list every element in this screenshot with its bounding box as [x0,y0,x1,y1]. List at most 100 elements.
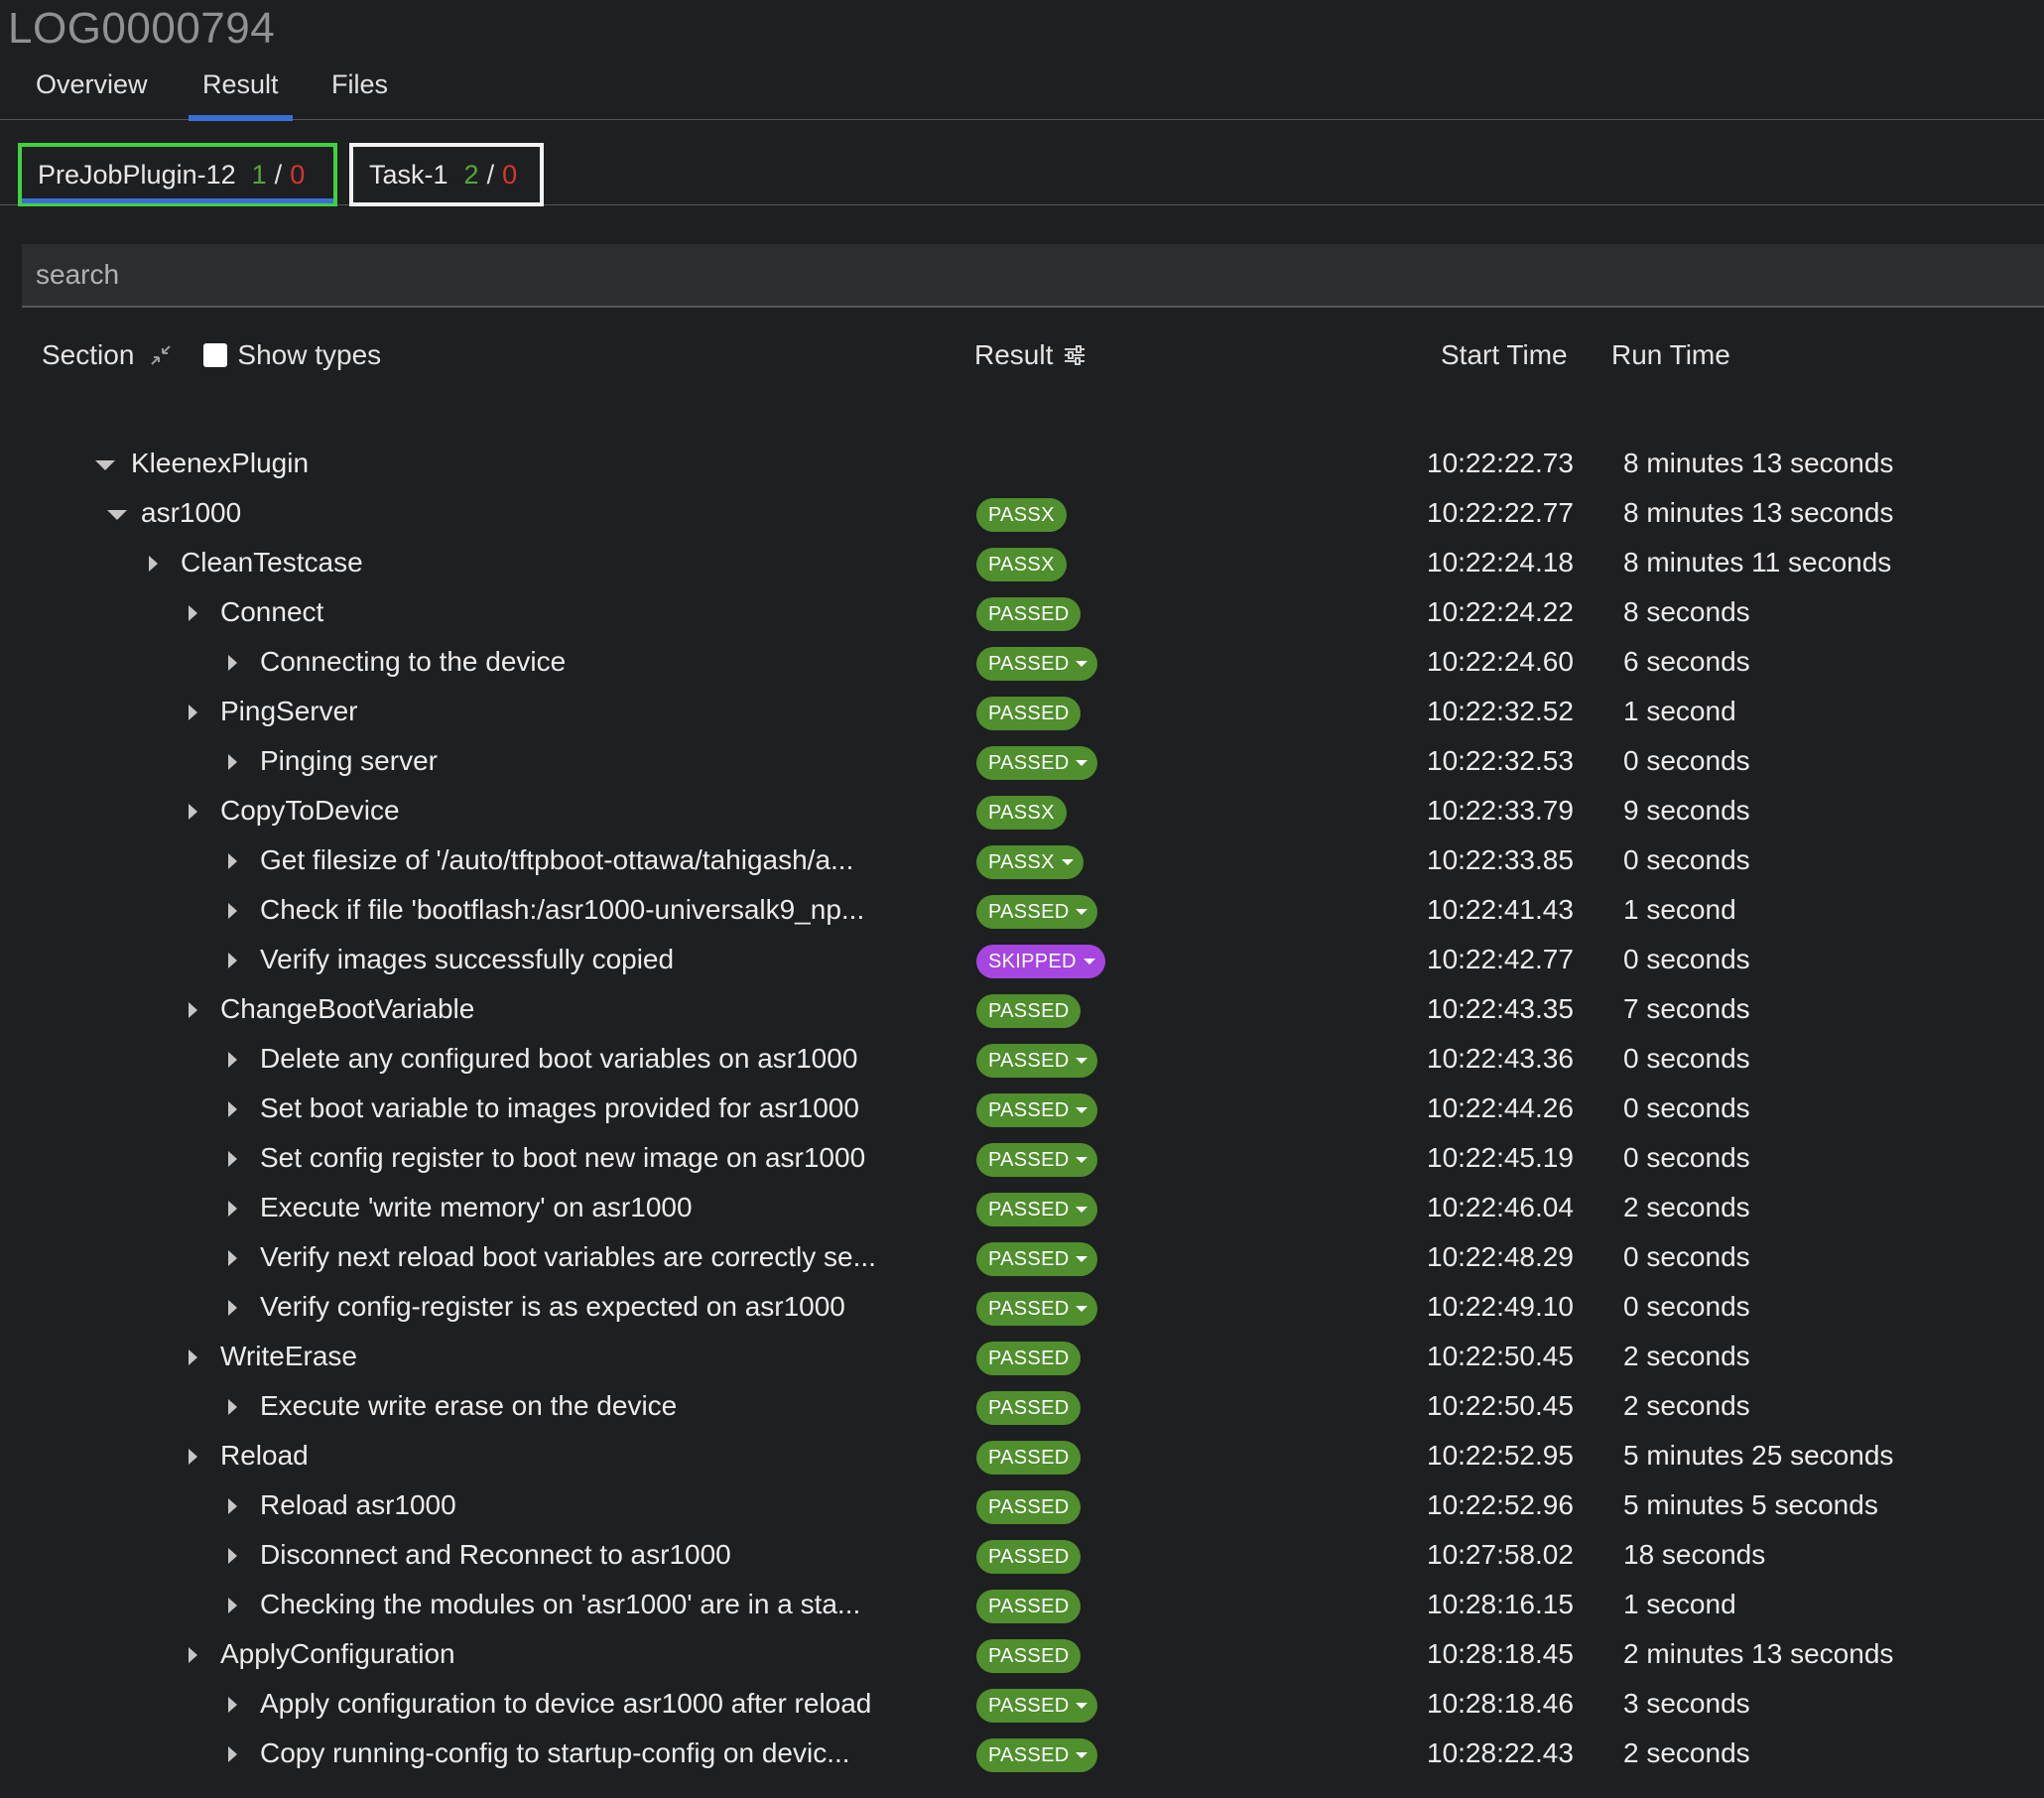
start-time: 10:28:18.45 [1427,1638,1574,1669]
caret-right-icon[interactable] [228,1101,237,1117]
section-name: Verify images successfully copied [260,944,675,974]
caret-right-icon[interactable] [189,1449,197,1465]
tab-overview[interactable]: Overview [36,69,148,100]
result-badge[interactable]: PASSX [976,845,1084,879]
job-tab-task-1[interactable]: Task-1 2 / 0 [349,143,544,206]
caret-right-icon[interactable] [228,1548,237,1564]
caret-right-icon[interactable] [228,1201,237,1217]
caret-down-icon[interactable] [95,460,115,470]
run-time: 6 seconds [1623,646,1750,677]
table-row[interactable]: WriteErase PASSED 10:22:50.45 2 seconds [0,1333,2044,1382]
collapse-all-icon[interactable] [148,342,174,368]
result-badge[interactable]: PASSED [976,1093,1098,1127]
caret-right-icon[interactable] [228,754,237,770]
filter-icon[interactable] [1063,344,1086,366]
table-row[interactable]: Set config register to boot new image on… [0,1134,2044,1184]
caret-right-icon[interactable] [228,1746,237,1762]
caret-right-icon[interactable] [228,1498,237,1514]
result-badge[interactable]: PASSED [976,1242,1098,1276]
section-name: CleanTestcase [181,547,363,578]
chevron-down-icon [1076,1107,1088,1113]
table-row[interactable]: KleenexPlugin 10:22:22.73 8 minutes 13 sec… [0,440,2044,489]
table-row[interactable]: Disconnect and Reconnect to asr1000 PASSE… [0,1531,2044,1581]
table-row[interactable]: Verify next reload boot variables are co… [0,1233,2044,1283]
table-row[interactable]: Execute 'write memory' on asr1000 PASSED 1… [0,1184,2044,1233]
table-row[interactable]: PingServer PASSED 10:22:32.52 1 second [0,688,2044,737]
tab-files[interactable]: Files [331,69,388,100]
caret-right-icon[interactable] [228,1151,237,1167]
table-row[interactable]: Checking the modules on 'asr1000' are in… [0,1581,2044,1630]
result-badge[interactable]: PASSED [976,746,1098,780]
start-time: 10:22:32.52 [1427,696,1574,726]
caret-right-icon[interactable] [149,556,158,572]
result-badge[interactable]: PASSED [976,647,1098,681]
result-badge[interactable]: PASSED [976,1044,1098,1078]
table-row[interactable]: Set boot variable to images provided for… [0,1085,2044,1134]
result-badge-label: PASSED [988,1049,1070,1072]
caret-right-icon[interactable] [228,1697,237,1713]
show-types-label: Show types [237,339,382,370]
table-row[interactable]: CopyToDevice PASSX 10:22:33.79 9 seconds [0,787,2044,836]
result-badge[interactable]: PASSED [976,1689,1098,1723]
table-row[interactable]: ChangeBootVariable PASSED 10:22:43.35 7 sec… [0,985,2044,1035]
job-count-separator: / [274,159,283,190]
table-row[interactable]: CleanTestcase PASSX 10:22:24.18 8 minutes 1… [0,539,2044,588]
result-badge: PASSED [976,1441,1082,1475]
table-row[interactable]: Reload PASSED 10:22:52.95 5 minutes 25 seco… [0,1432,2044,1481]
result-badge-label: PASSED [988,1545,1070,1568]
caret-down-icon[interactable] [107,510,127,520]
chevron-down-icon [1083,959,1095,964]
table-row[interactable]: Pinging server PASSED 10:22:32.53 0 seconds [0,737,2044,787]
result-badge-label: PASSED [988,1297,1070,1320]
result-badge[interactable]: PASSED [976,1292,1098,1326]
start-time: 10:22:41.43 [1427,894,1574,925]
result-badge[interactable]: PASSED [976,1143,1098,1177]
caret-right-icon[interactable] [189,1002,197,1018]
table-row[interactable]: Verify images successfully copied SKIPPED… [0,936,2044,985]
run-time: 3 seconds [1623,1688,1750,1719]
run-time-column-header[interactable]: Run Time [1611,339,1730,371]
chevron-down-icon [1076,909,1088,915]
chevron-down-icon [1076,1157,1088,1163]
caret-right-icon[interactable] [189,804,197,820]
table-row[interactable]: Apply configuration to device asr1000 af… [0,1680,2044,1730]
table-row[interactable]: Reload asr1000 PASSED 10:22:52.96 5 minutes… [0,1481,2044,1531]
caret-right-icon[interactable] [189,705,197,720]
caret-right-icon[interactable] [228,953,237,968]
caret-right-icon[interactable] [228,1598,237,1613]
table-row[interactable]: Verify config-register is as expected on… [0,1283,2044,1333]
start-time: 10:22:44.26 [1427,1092,1574,1123]
caret-right-icon[interactable] [228,1300,237,1316]
caret-right-icon[interactable] [189,605,197,621]
result-badge: PASSED [976,697,1082,730]
caret-right-icon[interactable] [189,1349,197,1365]
table-row[interactable]: Copy running-config to startup-config on… [0,1730,2044,1779]
job-tab-prejobplugin[interactable]: PreJobPlugin-12 1 / 0 [18,143,337,206]
result-badge[interactable]: PASSED [976,1738,1098,1772]
result-badge[interactable]: PASSED [976,895,1098,929]
table-row[interactable]: Delete any configured boot variables on … [0,1035,2044,1085]
caret-right-icon[interactable] [228,1399,237,1415]
table-row[interactable]: asr1000 PASSX 10:22:22.77 8 minutes 13 seco… [0,489,2044,539]
table-row[interactable]: Connecting to the device PASSED 10:22:24.6… [0,638,2044,688]
start-time-column-header[interactable]: Start Time [1441,339,1568,371]
run-time: 2 seconds [1623,1341,1750,1371]
start-time: 10:22:24.60 [1427,646,1574,677]
show-types-checkbox[interactable] [203,343,228,367]
caret-right-icon[interactable] [228,1250,237,1266]
result-badge[interactable]: SKIPPED [976,945,1105,978]
caret-right-icon[interactable] [228,655,237,671]
table-row[interactable]: Connect PASSED 10:22:24.22 8 seconds [0,588,2044,638]
result-badge-label: PASSED [988,1148,1070,1171]
caret-right-icon[interactable] [228,1052,237,1068]
caret-right-icon[interactable] [189,1647,197,1663]
caret-right-icon[interactable] [228,903,237,919]
table-row[interactable]: ApplyConfiguration PASSED 10:28:18.45 2 min… [0,1630,2044,1680]
result-badge[interactable]: PASSED [976,1193,1098,1226]
caret-right-icon[interactable] [228,853,237,869]
table-row[interactable]: Check if file 'bootflash:/asr1000-univer… [0,886,2044,936]
search-input[interactable] [22,244,2044,306]
tab-result[interactable]: Result [189,69,292,121]
table-row[interactable]: Execute write erase on the device PASSED 1… [0,1382,2044,1432]
table-row[interactable]: Get filesize of '/auto/tftpboot-ottawa/t… [0,836,2044,886]
